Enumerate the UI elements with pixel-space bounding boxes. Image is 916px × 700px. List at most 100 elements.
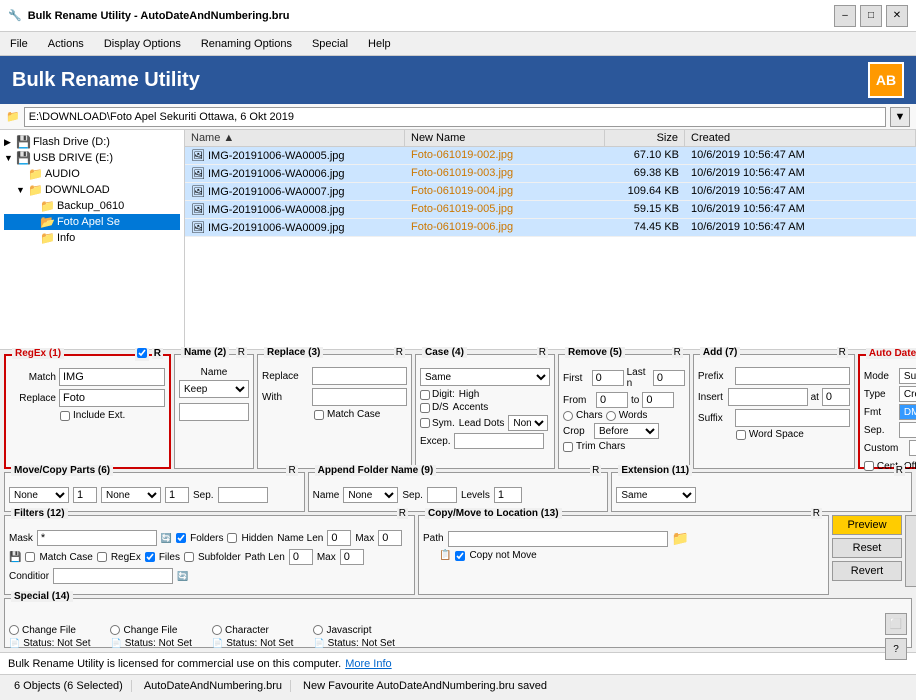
first-input[interactable] [592,370,624,386]
tree-item-usb-drive[interactable]: ▼ 💾 USB DRIVE (E:) [4,150,180,166]
prefix-input[interactable] [735,367,850,385]
special-help-button[interactable]: ? [885,638,907,660]
with-input[interactable] [312,388,407,406]
table-row[interactable]: 🖼IMG-20191006-WA0007.jpg Foto-061019-004… [185,183,916,201]
hidden-checkbox[interactable] [227,533,237,543]
excep-input[interactable] [454,433,544,449]
include-ext-checkbox[interactable] [60,411,70,421]
condition-input[interactable] [53,568,173,584]
sep-input[interactable] [899,422,916,438]
preview-button[interactable]: Preview [832,515,902,535]
digit-checkbox[interactable] [420,390,430,400]
cent-checkbox[interactable] [864,461,874,471]
append-sep-input[interactable] [427,487,457,503]
special-panel: Special (14) Change File 📄 Status: Not S… [4,598,912,648]
match-case-checkbox2[interactable] [25,552,35,562]
non-select[interactable]: Non [508,415,548,431]
extension-select[interactable]: SameLowerUpperRemove [616,487,696,503]
condition-refresh-icon[interactable]: 🔄 [177,571,188,582]
from-input[interactable] [596,392,628,408]
crop-select[interactable]: BeforeAfter [594,423,659,439]
to-input[interactable] [642,392,674,408]
change-file1-label: Change File [22,625,76,636]
save-icon[interactable]: 💾 [9,552,21,563]
column-new-name[interactable]: New Name [405,130,605,146]
folders-checkbox[interactable] [176,533,186,543]
replace-input[interactable] [59,389,165,407]
trim-checkbox[interactable] [563,442,573,452]
tree-item-info[interactable]: 📁 Info [4,230,180,246]
replace-value-input[interactable] [312,367,407,385]
last-n-input[interactable] [653,370,685,386]
insert-input[interactable] [728,388,808,406]
table-row[interactable]: 🖼IMG-20191006-WA0008.jpg Foto-061019-005… [185,201,916,219]
regex-checkbox[interactable] [137,348,147,358]
move-copy-select1[interactable]: None [9,487,69,503]
auto-date-mode-select[interactable]: SuffixPrefixCustom [899,368,916,384]
column-size[interactable]: Size [605,130,685,146]
tree-item-foto-apel[interactable]: 📂 Foto Apel Se [4,214,180,230]
move-copy-val2[interactable] [165,487,189,503]
table-row[interactable]: 🖼IMG-20191006-WA0009.jpg Foto-061019-006… [185,219,916,237]
path-browse-button[interactable]: ▼ [890,107,910,127]
tree-item-download[interactable]: ▼ 📁 DOWNLOAD [4,182,180,198]
special-radio2[interactable] [110,625,120,635]
name-fixed-input[interactable] [179,403,249,421]
revert-button[interactable]: Revert [832,561,902,581]
tree-item-backup[interactable]: 📁 Backup_0610 [4,198,180,214]
menu-renaming-options[interactable]: Renaming Options [197,36,296,52]
match-input[interactable] [59,368,165,386]
word-space-checkbox[interactable] [736,430,746,440]
menu-file[interactable]: File [6,36,32,52]
path-len-input[interactable] [289,549,313,565]
chars-radio[interactable] [563,411,573,421]
refresh-icon[interactable]: 🔄 [161,533,172,544]
fmt-select[interactable]: DMYMDYYMD [899,404,916,420]
tree-item-audio[interactable]: 📁 AUDIO [4,166,180,182]
folder-browse-icon[interactable]: 📁 [672,530,689,547]
column-name[interactable]: Name ▲ [185,130,405,146]
mask-input[interactable] [37,530,157,546]
custom-input[interactable] [909,440,916,456]
minimize-button[interactable]: – [834,5,856,27]
move-copy-sep-input[interactable] [218,487,268,503]
path-input[interactable] [24,107,886,127]
special-radio3[interactable] [212,625,222,635]
case-select[interactable]: SameUpperLowerTitle [420,368,550,386]
levels-input[interactable] [494,487,522,503]
sym-checkbox[interactable] [420,418,430,428]
regex-filter-checkbox[interactable] [97,552,107,562]
table-row[interactable]: 🖼IMG-20191006-WA0005.jpg Foto-061019-002… [185,147,916,165]
menu-display-options[interactable]: Display Options [100,36,185,52]
reset-button[interactable]: Reset [832,538,902,558]
copy-not-move-checkbox[interactable] [455,551,465,561]
ds-checkbox[interactable] [420,403,430,413]
auto-date-type-select[interactable]: Creation (CModifiedAccessed [899,386,916,402]
append-name-select[interactable]: None [343,487,398,503]
menu-special[interactable]: Special [308,36,352,52]
column-created[interactable]: Created [685,130,916,146]
move-copy-select2[interactable]: None [101,487,161,503]
menu-actions[interactable]: Actions [44,36,88,52]
special-expand-button[interactable]: ⬜ [885,613,907,635]
tree-item-flash-drive[interactable]: ▶ 💾 Flash Drive (D:) [4,134,180,150]
match-case-checkbox[interactable] [314,410,324,420]
subfolder-checkbox[interactable] [184,552,194,562]
move-copy-val1[interactable] [73,487,97,503]
copy-move-path-input[interactable] [448,531,668,547]
close-button[interactable]: ✕ [886,5,908,27]
menu-help[interactable]: Help [364,36,395,52]
name-select[interactable]: Keep Fixed Remove Reverse [179,380,249,398]
table-row[interactable]: 🖼IMG-20191006-WA0006.jpg Foto-061019-003… [185,165,916,183]
name-max-input[interactable] [378,530,402,546]
files-checkbox[interactable] [145,552,155,562]
special-radio1[interactable] [9,625,19,635]
suffix-input[interactable] [735,409,850,427]
name-len-input[interactable] [327,530,351,546]
rename-button[interactable]: Rename [905,515,916,587]
at-input[interactable] [822,388,850,406]
maximize-button[interactable]: □ [860,5,882,27]
special-radio4[interactable] [313,625,323,635]
path-max-input[interactable] [340,549,364,565]
words-radio[interactable] [606,411,616,421]
